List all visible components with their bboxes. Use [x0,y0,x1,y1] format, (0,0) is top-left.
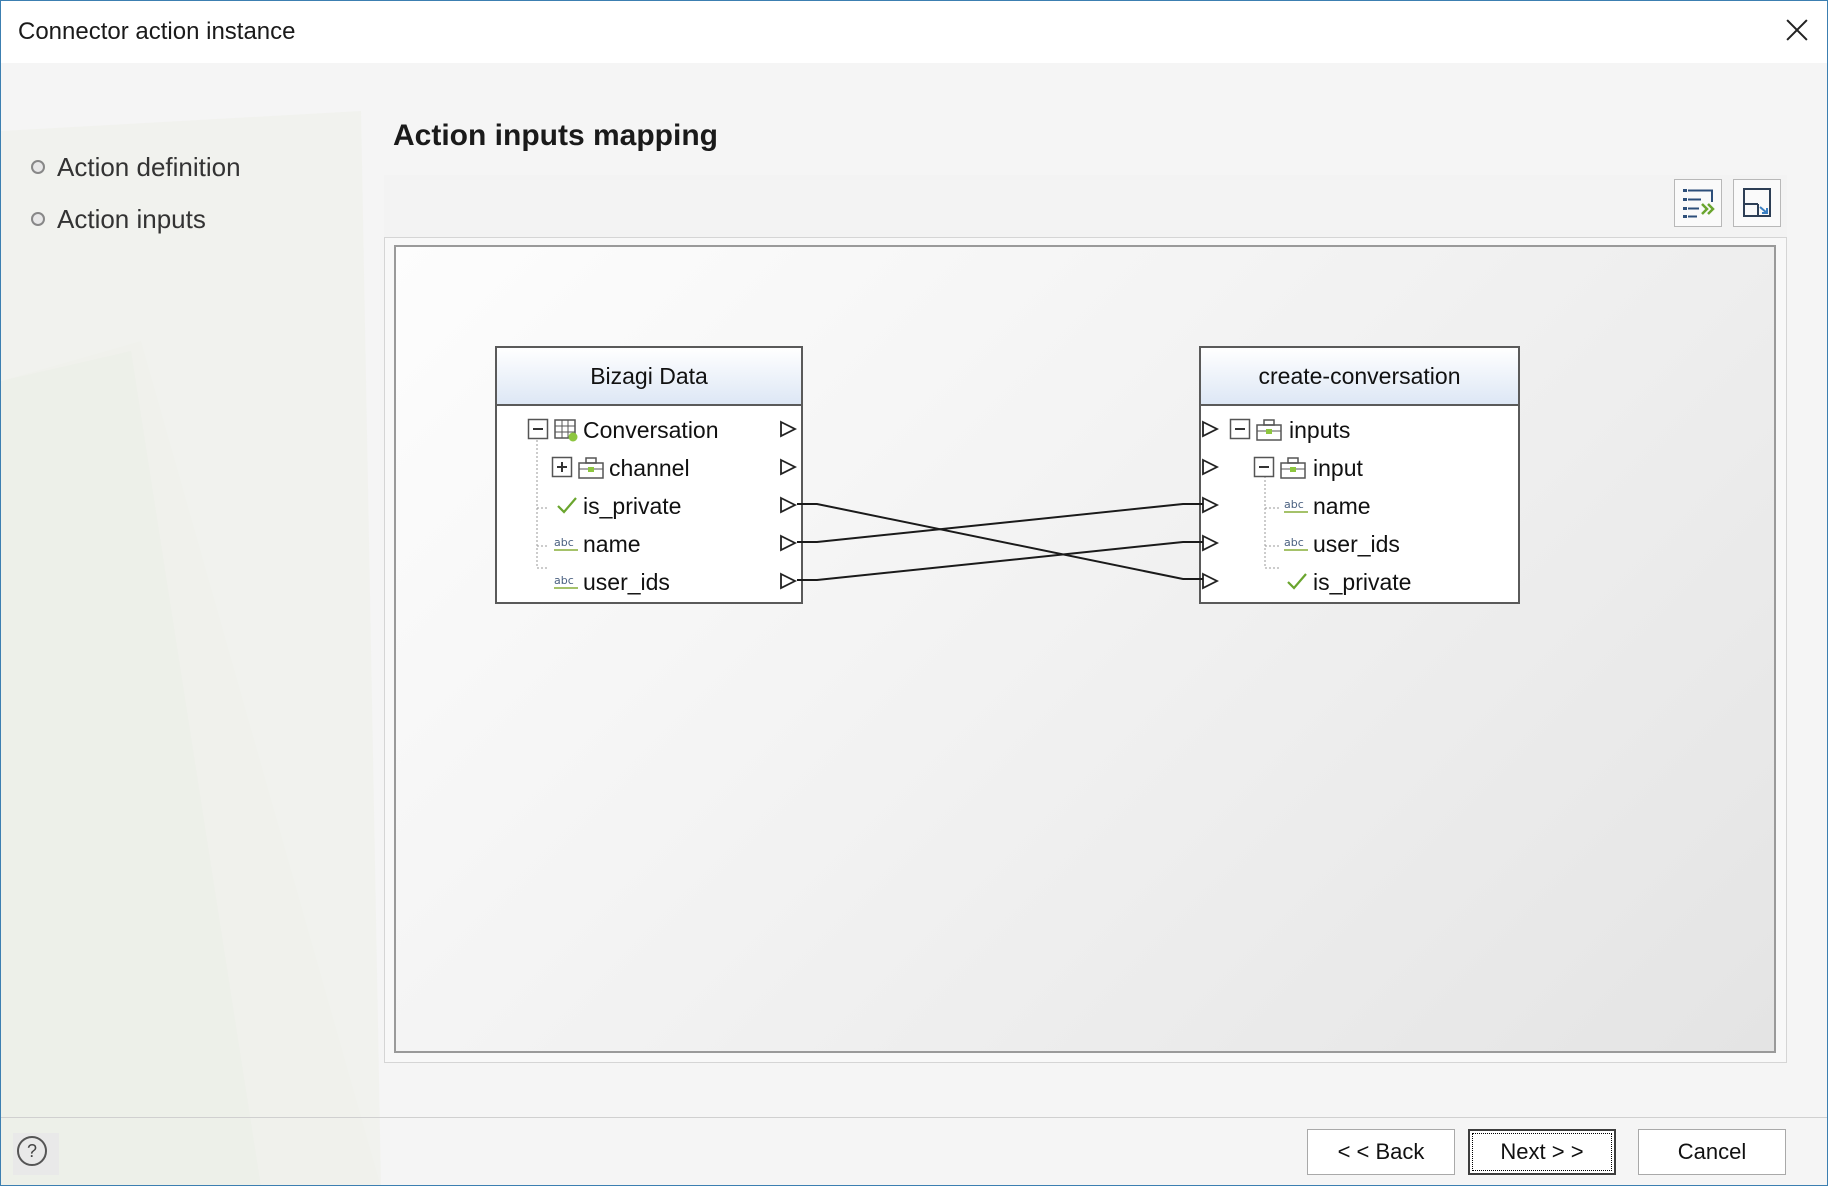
source-field-label: name [583,531,641,557]
svg-text:abc: abc [1284,498,1304,511]
step-bullet-icon [31,212,45,226]
target-field-label: name [1313,493,1371,519]
fit-view-icon [1743,188,1771,217]
entity-table-icon [553,418,578,442]
target-row-input[interactable]: input [1201,448,1518,486]
source-row-user-ids[interactable]: abc user_ids [497,562,801,600]
cancel-button[interactable]: Cancel [1638,1129,1786,1175]
source-field-label: user_ids [583,569,670,595]
source-field-label: channel [609,455,690,481]
collapse-toggle-icon[interactable] [1229,418,1253,440]
output-port-icon[interactable] [779,572,797,590]
target-field-label: is_private [1313,569,1412,595]
briefcase-icon [577,456,604,479]
wizard-steps-nav: Action definition Action inputs [31,146,241,250]
mapping-toolbar [384,175,1787,237]
window-title: Connector action instance [18,18,296,45]
section-title: Action inputs mapping [393,119,718,152]
boolean-check-icon [555,494,579,516]
source-row-channel[interactable]: channel [497,448,801,486]
nav-item-label: Action inputs [57,203,206,234]
source-row-conversation[interactable]: Conversation [497,410,801,448]
string-abc-icon: abc [553,532,578,554]
string-abc-icon: abc [553,570,578,592]
boolean-check-icon [1285,570,1309,592]
svg-text:abc: abc [554,574,574,587]
target-field-label: inputs [1289,417,1351,443]
string-abc-icon: abc [1283,494,1308,516]
help-icon: ? [17,1136,47,1166]
target-row-is-private[interactable]: is_private [1201,562,1518,600]
dialog-window: Connector action instance Action definit… [0,0,1828,1186]
target-box-title: create-conversation [1201,348,1518,406]
expand-toggle-icon[interactable] [551,456,575,478]
source-field-label: is_private [583,493,682,519]
title-bar: Connector action instance [1,1,1827,63]
source-box-title: Bizagi Data [497,348,801,406]
input-port-icon[interactable] [1201,420,1219,438]
output-port-icon[interactable] [779,534,797,552]
target-row-name[interactable]: abc name [1201,486,1518,524]
close-icon[interactable] [1767,1,1827,63]
output-port-icon[interactable] [779,496,797,514]
source-field-label: Conversation [583,417,719,443]
step-bullet-icon [31,160,45,174]
briefcase-icon [1279,456,1306,479]
output-port-icon[interactable] [779,458,797,476]
target-field-label: input [1313,455,1363,481]
target-row-inputs[interactable]: inputs [1201,410,1518,448]
svg-text:abc: abc [1284,536,1304,549]
back-button[interactable]: < < Back [1307,1129,1455,1175]
nav-item-action-inputs[interactable]: Action inputs [31,198,241,240]
target-schema-box[interactable]: create-conversation inputs input abc nam… [1199,346,1520,604]
input-port-icon[interactable] [1201,458,1219,476]
nav-item-label: Action definition [57,151,241,182]
string-abc-icon: abc [1283,532,1308,554]
source-row-name[interactable]: abc name [497,524,801,562]
collapse-toggle-icon[interactable] [1253,456,1277,478]
svg-text:abc: abc [554,536,574,549]
nav-item-action-definition[interactable]: Action definition [31,146,241,188]
footer-divider [1,1117,1827,1118]
help-button[interactable]: ? [13,1133,59,1175]
output-port-icon[interactable] [779,420,797,438]
next-button[interactable]: Next > > [1468,1129,1616,1175]
collapse-toggle-icon[interactable] [527,418,551,440]
auto-map-icon [1683,189,1715,218]
auto-map-button[interactable] [1674,179,1722,227]
briefcase-icon [1255,418,1282,441]
input-port-icon[interactable] [1201,572,1219,590]
input-port-icon[interactable] [1201,496,1219,514]
target-field-label: user_ids [1313,531,1400,557]
source-schema-box[interactable]: Bizagi Data Conversation channel is_priv… [495,346,803,604]
input-port-icon[interactable] [1201,534,1219,552]
target-row-user-ids[interactable]: abc user_ids [1201,524,1518,562]
fit-view-button[interactable] [1733,179,1781,227]
source-row-is-private[interactable]: is_private [497,486,801,524]
